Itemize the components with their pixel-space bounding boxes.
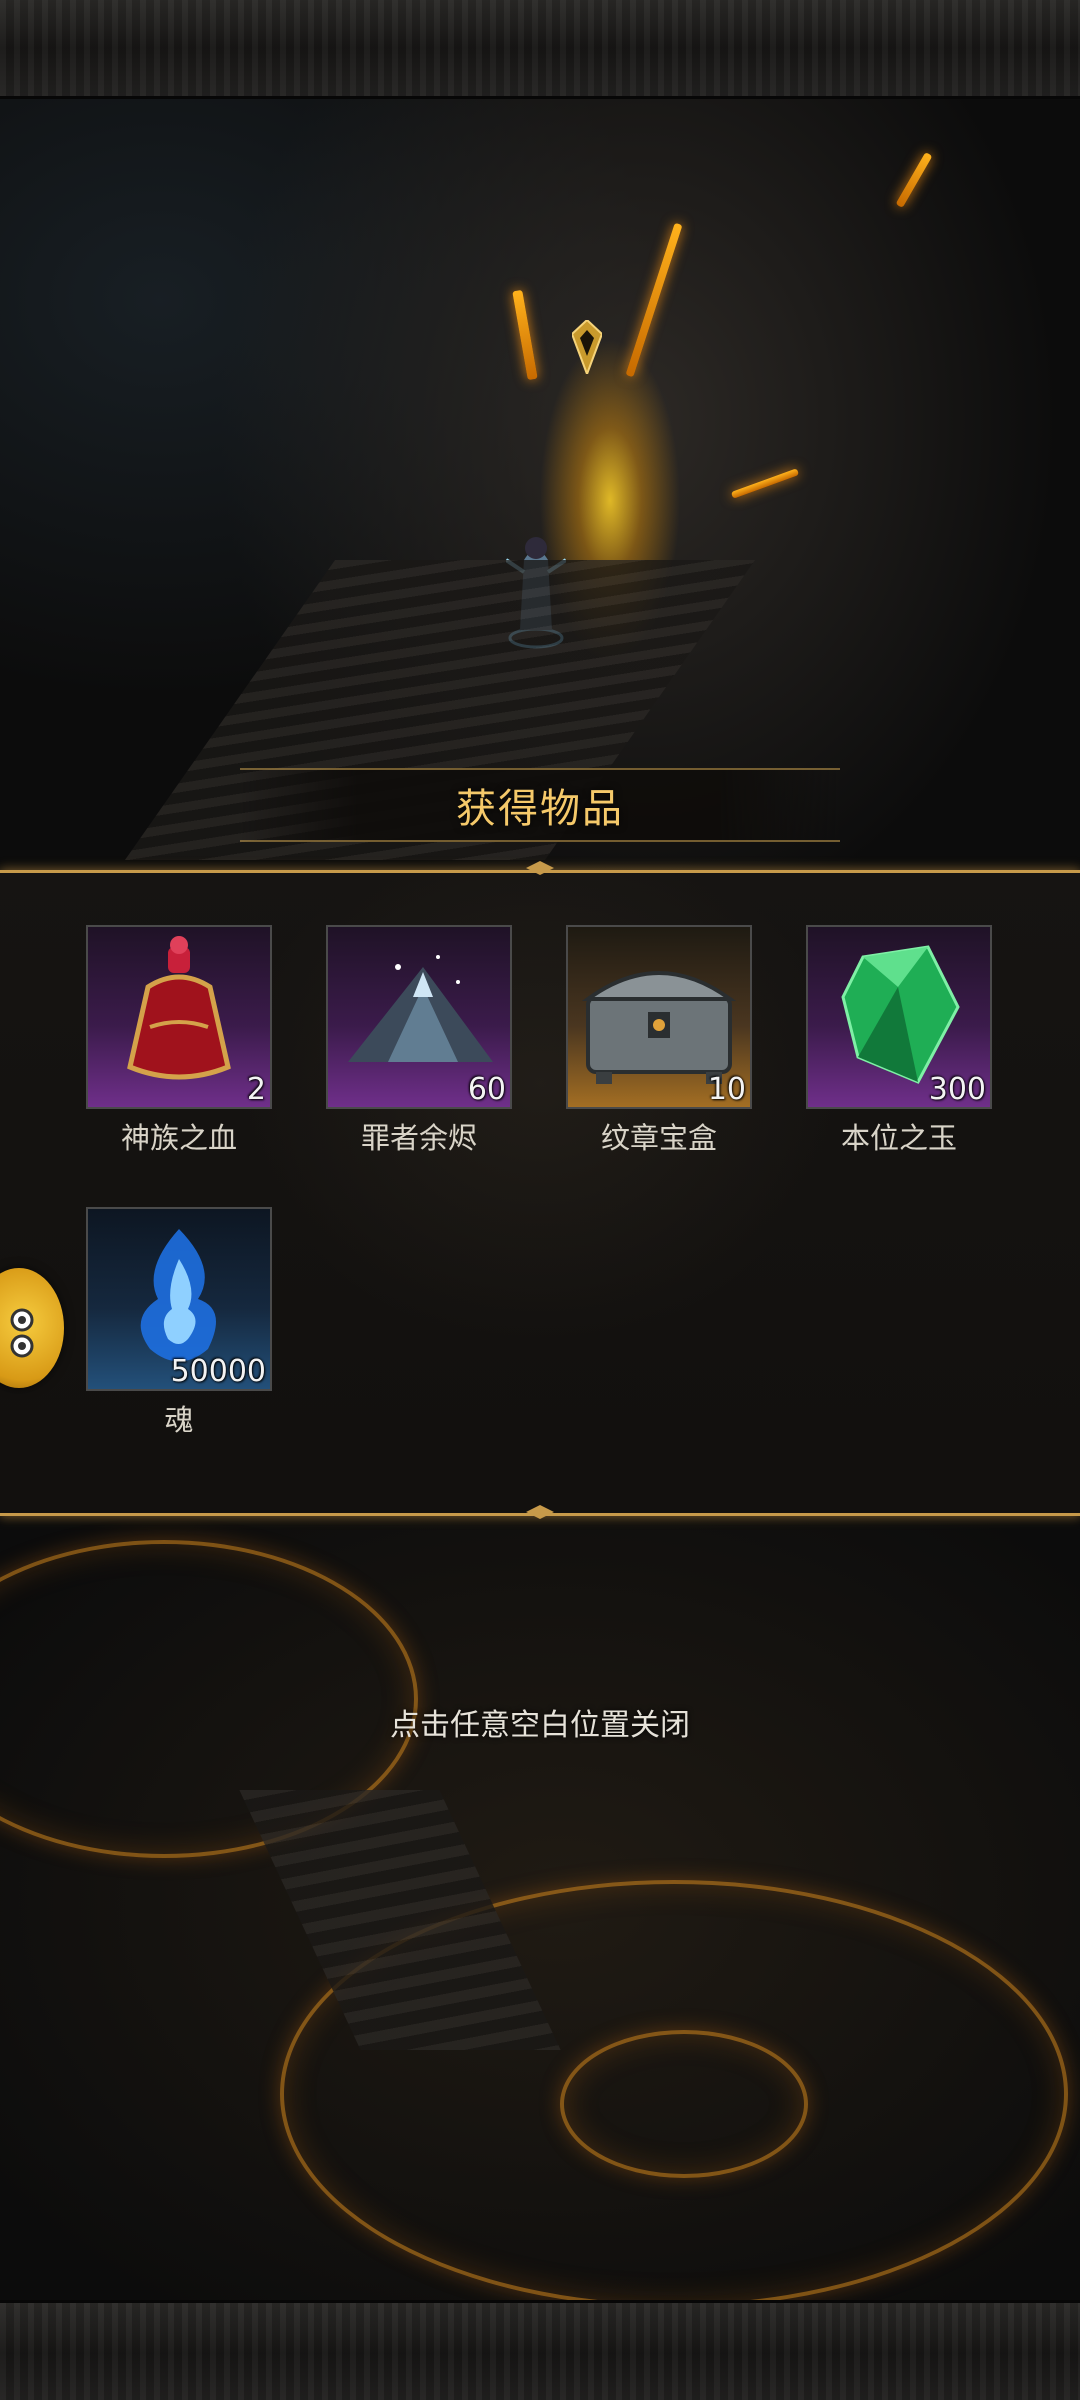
close-hint[interactable]: 点击任意空白位置关闭: [0, 1700, 1080, 1744]
lava-crack: [625, 222, 683, 378]
item-name: 纹章宝盒: [600, 1121, 717, 1155]
item-slot[interactable]: 10: [566, 925, 752, 1109]
item-count: 10: [707, 1072, 746, 1107]
item-name: 本位之玉: [840, 1121, 957, 1155]
reward-item[interactable]: 10 纹章宝盒: [566, 925, 752, 1155]
item-name: 魂: [164, 1403, 194, 1437]
item-count: 300: [928, 1072, 986, 1107]
item-name: 神族之血: [120, 1121, 237, 1155]
item-count: 50000: [170, 1354, 266, 1389]
panel-ornament-top-icon: [526, 861, 554, 875]
reward-item[interactable]: 300 本位之玉: [806, 925, 992, 1155]
magic-circle-inner: [560, 2030, 808, 2178]
item-slot[interactable]: 50000: [86, 1207, 272, 1391]
lava-crack: [895, 152, 933, 208]
item-name: 罪者余烬: [360, 1121, 477, 1155]
reward-title-banner: 获得物品: [240, 768, 840, 842]
reward-item[interactable]: 50000 魂: [86, 1207, 272, 1437]
reward-title: 获得物品: [456, 786, 624, 832]
bottom-ornament-bar: [0, 2300, 1080, 2400]
item-slot[interactable]: 300: [806, 925, 992, 1109]
lava-crack: [512, 289, 538, 381]
item-slot[interactable]: 60: [326, 925, 512, 1109]
item-count: 2: [246, 1072, 266, 1107]
side-menu-button[interactable]: [0, 1268, 64, 1388]
top-ornament-bar: [0, 0, 1080, 99]
owl-face-icon: [10, 1308, 34, 1358]
item-slot[interactable]: 2: [86, 925, 272, 1109]
game-scene[interactable]: 获得物品 2 神族之血 60 罪者余烬 10 纹章宝盒 300 本位之玉 500…: [0, 0, 1080, 2400]
blood-bottle-icon: [127, 936, 231, 1080]
reward-panel: 2 神族之血 60 罪者余烬 10 纹章宝盒 300 本位之玉 50000 魂: [0, 861, 1080, 1519]
reward-item[interactable]: 60 罪者余烬: [326, 925, 512, 1155]
panel-ornament-bottom-icon: [526, 1505, 554, 1519]
reward-item[interactable]: 2 神族之血: [86, 925, 272, 1155]
item-count: 60: [467, 1072, 506, 1107]
waypoint-marker-icon[interactable]: [572, 320, 602, 374]
lava-crack: [730, 468, 800, 499]
